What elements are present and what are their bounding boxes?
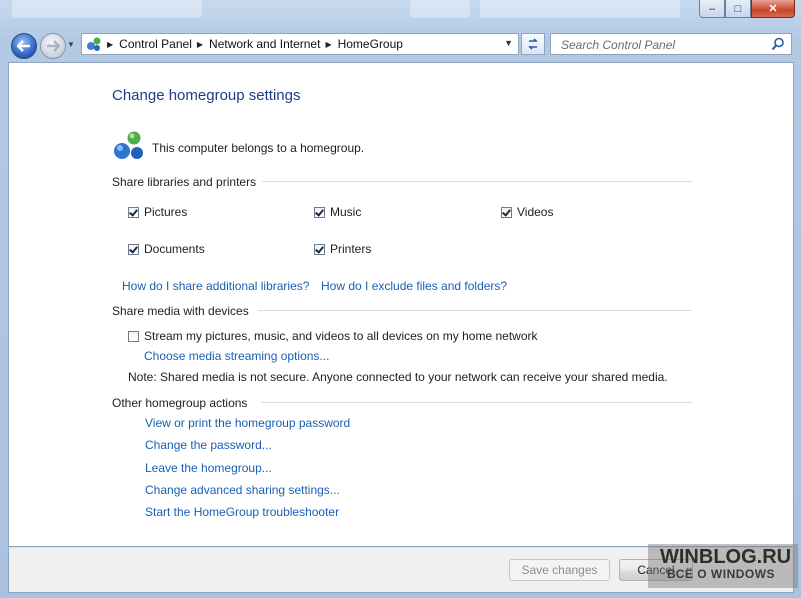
refresh-icon: [528, 38, 538, 50]
recent-pages-dropdown[interactable]: ▼: [67, 40, 75, 49]
divider: [262, 181, 692, 182]
watermark-subtitle: ВСЁ О WINDOWS: [667, 567, 776, 581]
checkbox-icon[interactable]: [128, 330, 139, 342]
share-media-heading: Share media with devices: [112, 304, 249, 318]
homegroup-icon: [112, 129, 146, 161]
title-bar: – □ ✕: [0, 0, 801, 28]
printers-checkbox[interactable]: Printers: [314, 242, 371, 256]
checkbox-icon[interactable]: [314, 243, 325, 255]
checkbox-icon[interactable]: [501, 206, 512, 218]
window-controls: – □ ✕: [699, 0, 795, 18]
search-icon[interactable]: [771, 37, 785, 51]
minimize-button[interactable]: –: [699, 0, 725, 18]
stream-media-label: Stream my pictures, music, and videos to…: [144, 329, 538, 343]
chevron-right-icon[interactable]: ▶: [325, 40, 331, 49]
videos-label: Videos: [517, 205, 554, 219]
music-checkbox[interactable]: Music: [314, 205, 361, 219]
divider: [258, 310, 692, 311]
taskbar-blur: [480, 0, 680, 18]
media-streaming-options-link[interactable]: Choose media streaming options...: [144, 349, 329, 363]
documents-checkbox[interactable]: Documents: [128, 242, 205, 256]
arrow-right-icon: [47, 40, 60, 52]
breadcrumb-network-and-internet[interactable]: Network and Internet: [209, 37, 320, 51]
chevron-right-icon[interactable]: ▶: [107, 40, 113, 49]
network-icon: [86, 36, 102, 52]
refresh-button[interactable]: [521, 33, 545, 55]
change-password-link[interactable]: Change the password...: [145, 438, 272, 452]
leave-homegroup-link[interactable]: Leave the homegroup...: [145, 461, 272, 475]
forward-button[interactable]: [40, 33, 66, 59]
divider: [261, 402, 692, 403]
share-libraries-heading: Share libraries and printers: [112, 175, 257, 189]
breadcrumb-control-panel[interactable]: Control Panel: [119, 37, 192, 51]
videos-checkbox[interactable]: Videos: [501, 205, 553, 219]
pictures-checkbox[interactable]: Pictures: [128, 205, 187, 219]
advanced-sharing-link[interactable]: Change advanced sharing settings...: [145, 483, 340, 497]
other-actions-heading: Other homegroup actions: [112, 396, 248, 410]
address-bar[interactable]: ▶ Control Panel ▶ Network and Internet ▶…: [81, 33, 519, 55]
close-button[interactable]: ✕: [751, 0, 795, 18]
breadcrumb-homegroup[interactable]: HomeGroup: [338, 37, 403, 51]
back-button[interactable]: [11, 33, 37, 59]
taskbar-blur: [12, 0, 202, 18]
page-title: Change homegroup settings: [112, 87, 301, 104]
exclude-files-link[interactable]: How do I exclude files and folders?: [321, 279, 507, 293]
documents-label: Documents: [144, 242, 205, 256]
search-box[interactable]: [550, 33, 792, 55]
music-label: Music: [330, 205, 362, 219]
arrow-left-icon: [17, 40, 30, 52]
content-pane: Change homegroup settings This computer …: [8, 62, 794, 547]
view-print-password-link[interactable]: View or print the homegroup password: [145, 416, 350, 430]
search-input[interactable]: [559, 35, 773, 55]
pictures-label: Pictures: [144, 205, 188, 219]
chevron-down-icon[interactable]: ▼: [504, 38, 513, 48]
chevron-right-icon[interactable]: ▶: [197, 40, 203, 49]
checkbox-icon[interactable]: [128, 243, 139, 255]
save-changes-button[interactable]: Save changes: [509, 559, 610, 581]
homegroup-status: This computer belongs to a homegroup.: [152, 141, 365, 155]
maximize-button[interactable]: □: [725, 0, 751, 18]
troubleshooter-link[interactable]: Start the HomeGroup troubleshooter: [145, 505, 339, 519]
checkbox-icon[interactable]: [314, 206, 325, 218]
printers-label: Printers: [330, 242, 372, 256]
stream-media-checkbox[interactable]: Stream my pictures, music, and videos to…: [128, 329, 538, 343]
taskbar-blur: [410, 0, 470, 18]
watermark-title: WINBLOG.RU: [660, 546, 792, 568]
share-additional-libraries-link[interactable]: How do I share additional libraries?: [122, 279, 309, 293]
navigation-bar: ▼ ▶ Control Panel ▶ Network and Internet…: [0, 30, 801, 60]
checkbox-icon[interactable]: [128, 206, 139, 218]
security-note: Note: Shared media is not secure. Anyone…: [128, 370, 668, 384]
